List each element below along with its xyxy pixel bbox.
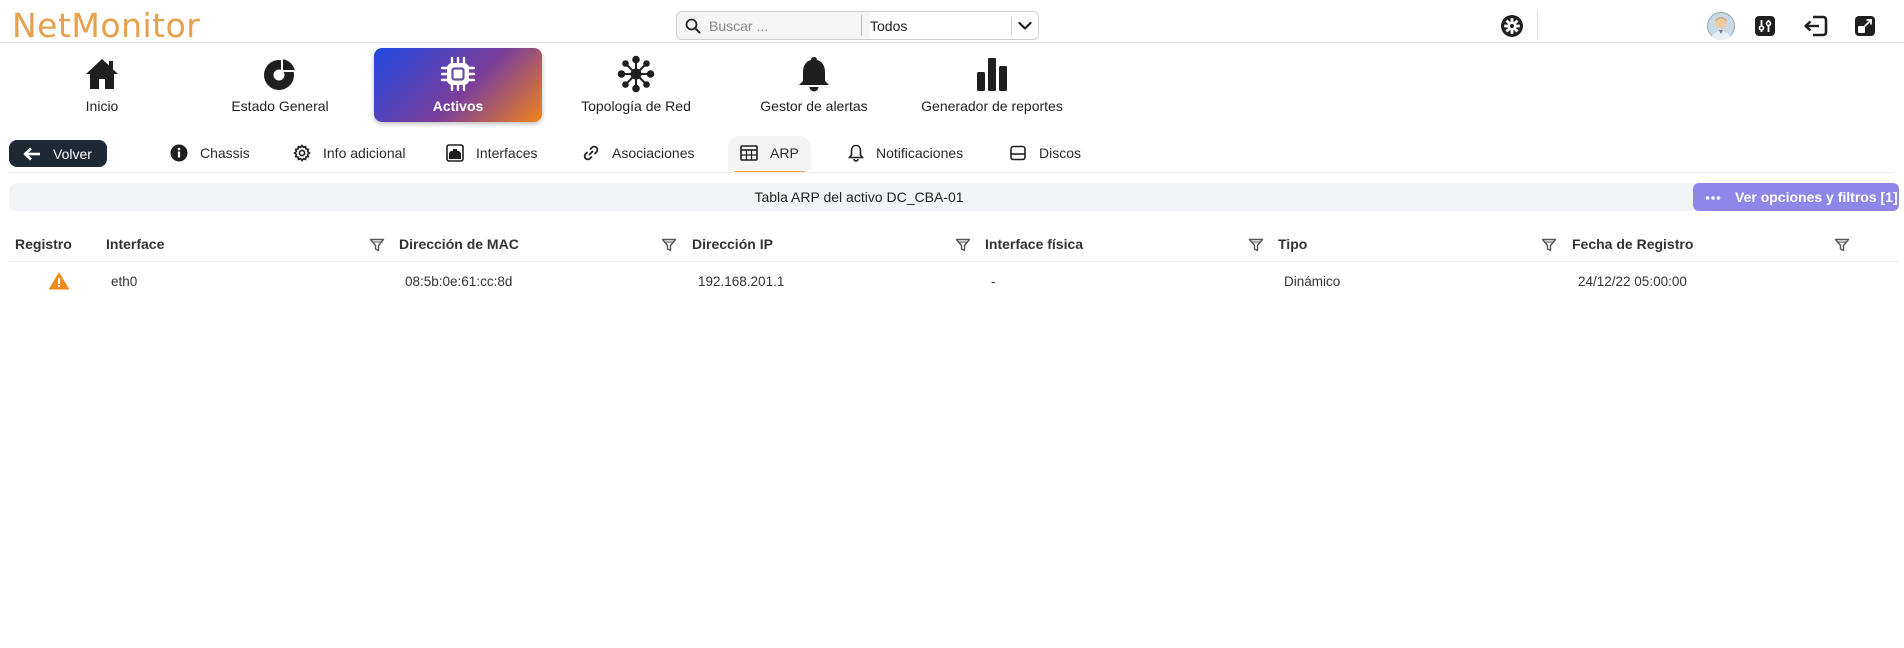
interfaces-icon [446,144,464,162]
table-row[interactable]: eth0 08:5b:0e:61:cc:8d 192.168.201.1 - D… [9,262,1899,300]
cell-mac: 08:5b:0e:61:cc:8d [405,273,513,289]
network-icon [617,48,655,93]
filter-icon[interactable] [1541,237,1557,253]
filter-icon[interactable] [955,237,971,253]
back-button[interactable]: Volver [9,140,107,167]
search-scope-select[interactable]: Todos [870,12,1038,39]
arrow-left-icon [23,147,41,161]
settings-button[interactable] [1497,11,1527,41]
avatar [1707,12,1735,40]
cell-interface: eth0 [111,273,138,289]
filter-icon[interactable] [1834,237,1850,253]
tab-label: Notificaciones [876,145,964,161]
nav-item-topologia[interactable]: Topología de Red [552,48,720,122]
user-avatar-button[interactable] [1706,11,1736,41]
table-header: Registro Interface Dirección de MAC Dire… [9,226,1899,262]
column-header-fecha[interactable]: Fecha de Registro [1572,226,1693,262]
cell-ip: 192.168.201.1 [698,273,785,289]
column-header-ip[interactable]: Dirección IP [692,226,773,262]
tab-discos[interactable]: Discos [1009,136,1081,170]
sub-tabs-row: Volver Chassis Info adicional Interfaces… [0,136,1904,173]
expand-icon [1854,15,1876,37]
tab-arp[interactable]: ARP [728,136,811,173]
table-title: Tabla ARP del activo DC_CBA-01 [754,189,964,205]
filter-icon[interactable] [661,237,677,253]
nav-item-gestor-alertas[interactable]: Gestor de alertas [730,48,898,122]
sliders-icon [1754,15,1776,37]
nav-label: Activos [432,98,484,114]
tab-label: ARP [770,145,799,161]
nav-item-activos[interactable]: Activos [374,48,542,122]
column-header-interface-fisica[interactable]: Interface física [985,226,1083,262]
tab-label: Discos [1039,145,1082,161]
arp-table: Registro Interface Dirección de MAC Dire… [9,226,1899,300]
adjustments-button[interactable] [1750,11,1780,41]
nav-item-estado-general[interactable]: Estado General [196,48,364,122]
view-options-filters-button[interactable]: Ver opciones y filtros [1] [1693,183,1899,211]
logout-icon [1802,15,1828,37]
bell-icon [848,144,864,162]
search-icon[interactable] [677,12,709,39]
column-header-interface[interactable]: Interface [106,226,164,262]
tab-info-adicional[interactable]: Info adicional [293,136,406,170]
nav-item-inicio[interactable]: Inicio [18,48,186,122]
nav-item-generador-reportes[interactable]: Generador de reportes [908,48,1076,122]
back-button-label: Volver [53,145,92,162]
chevron-down-icon[interactable] [1018,21,1032,31]
chip-icon [439,48,477,92]
tab-chassis[interactable]: Chassis [170,136,250,170]
search-scope-value: Todos [870,17,908,34]
nav-label: Topología de Red [581,98,691,114]
table-icon [740,144,758,162]
disk-icon [1009,144,1027,162]
filter-icon[interactable] [369,237,385,253]
column-header-tipo[interactable]: Tipo [1278,226,1307,262]
nav-label: Inicio [85,98,119,114]
cell-interface-fisica: - [991,273,996,289]
caret-separator [1011,16,1012,35]
app-logo[interactable]: NetMonitor [12,6,200,46]
warning-icon [49,262,69,300]
ellipsis-icon [1705,192,1721,202]
tab-label: Asociaciones [612,145,695,161]
search-divider [861,15,862,36]
bell-icon [797,48,831,92]
pie-chart-icon [262,48,298,92]
link-icon [582,144,600,162]
tab-notificaciones[interactable]: Notificaciones [848,136,963,170]
filter-icon[interactable] [1248,237,1264,253]
search-input[interactable] [709,12,859,39]
home-icon [84,48,120,92]
cell-tipo: Dinámico [1284,273,1341,289]
nav-label: Gestor de alertas [760,98,868,114]
table-title-bar: Tabla ARP del activo DC_CBA-01 Ver opcio… [9,183,1899,211]
info-icon [170,144,188,162]
nav-label: Generador de reportes [921,98,1063,114]
tab-asociaciones[interactable]: Asociaciones [582,136,695,170]
gear-icon [1500,14,1524,38]
tab-interfaces[interactable]: Interfaces [446,136,537,170]
top-bar: NetMonitor Todos [0,0,1904,46]
tab-label: Chassis [200,145,250,161]
cell-fecha: 24/12/22 05:00:00 [1578,273,1687,289]
tab-label: Info adicional [323,145,406,161]
gear-icon [293,144,311,162]
global-search: Todos [676,11,1039,40]
nav-label: Estado General [231,98,329,114]
logout-button[interactable] [1800,11,1830,41]
tab-label: Interfaces [476,145,538,161]
fullscreen-button[interactable] [1850,11,1880,41]
options-button-label: Ver opciones y filtros [1] [1735,189,1898,205]
column-header-registro[interactable]: Registro [15,226,72,262]
tabs-divider [9,172,1894,173]
bar-chart-icon [975,48,1009,92]
column-header-mac[interactable]: Dirección de MAC [399,226,519,262]
toolbar-separator [1537,10,1538,40]
